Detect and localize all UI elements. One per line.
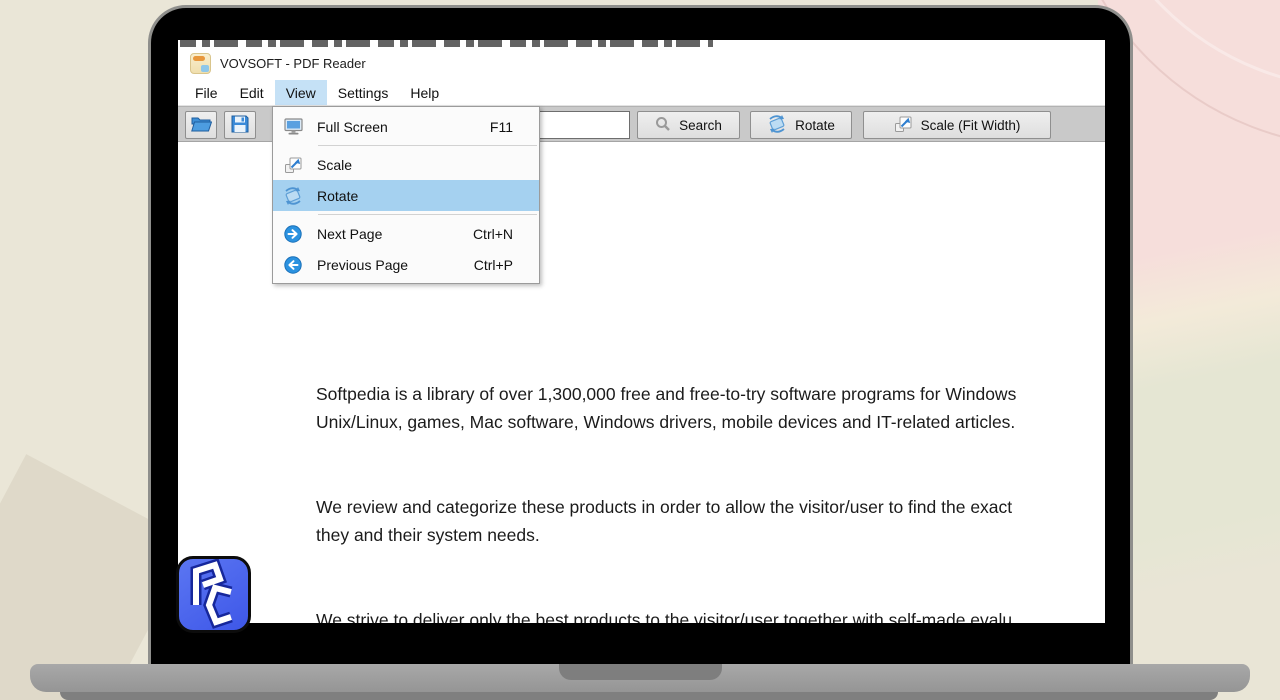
open-file-button[interactable]	[185, 111, 217, 139]
menu-separator	[318, 214, 537, 215]
save-button[interactable]	[224, 111, 256, 139]
menu-item-full-screen[interactable]: Full Screen F11	[273, 111, 539, 142]
doc-line: they and their system needs.	[316, 525, 540, 545]
doc-line: Unix/Linux, games, Mac software, Windows…	[316, 412, 1016, 432]
laptop-base	[30, 664, 1250, 692]
view-dropdown-menu: Full Screen F11 Scale Rotate Next Page C…	[272, 106, 540, 284]
menu-separator	[318, 145, 537, 146]
rotate-icon	[282, 186, 304, 205]
paragraph: We review and categorize these products …	[316, 493, 1105, 549]
rotate-button[interactable]: Rotate	[750, 111, 852, 139]
laptop-base-edge	[60, 692, 1218, 700]
save-icon	[231, 115, 249, 136]
open-folder-icon	[190, 115, 212, 135]
app-icon	[190, 52, 211, 74]
monitor-icon	[282, 118, 304, 135]
paragraph: Softpedia is a library of over 1,300,000…	[316, 380, 1105, 436]
menu-bar: File Edit View Settings Help	[178, 80, 1105, 106]
menu-item-next-page[interactable]: Next Page Ctrl+N	[273, 218, 539, 249]
window-title: VOVSOFT - PDF Reader	[220, 55, 366, 71]
menu-edit[interactable]: Edit	[229, 80, 275, 105]
menu-item-previous-page[interactable]: Previous Page Ctrl+P	[273, 249, 539, 280]
pc-watermark-logo	[176, 556, 251, 633]
next-page-icon	[282, 224, 304, 243]
laptop-hinge-notch	[559, 664, 722, 680]
menu-settings[interactable]: Settings	[327, 80, 400, 105]
title-bar: VOVSOFT - PDF Reader	[178, 40, 1105, 80]
menu-help[interactable]: Help	[399, 80, 450, 105]
paragraph: We strive to deliver only the best produ…	[316, 606, 1105, 623]
menu-item-scale[interactable]: Scale	[273, 149, 539, 180]
doc-line: We strive to deliver only the best produ…	[316, 610, 1013, 623]
scale-icon	[282, 156, 304, 174]
search-icon	[655, 116, 671, 135]
rotate-icon	[767, 114, 787, 136]
scale-icon	[894, 115, 913, 136]
menu-item-rotate[interactable]: Rotate	[273, 180, 539, 211]
search-button[interactable]: Search	[637, 111, 740, 139]
scale-fit-width-button[interactable]: Scale (Fit Width)	[863, 111, 1051, 139]
menu-file[interactable]: File	[184, 80, 229, 105]
doc-line: Softpedia is a library of over 1,300,000…	[316, 384, 1017, 404]
doc-line: We review and categorize these products …	[316, 497, 1013, 517]
previous-page-icon	[282, 255, 304, 274]
menu-view[interactable]: View	[274, 80, 327, 105]
